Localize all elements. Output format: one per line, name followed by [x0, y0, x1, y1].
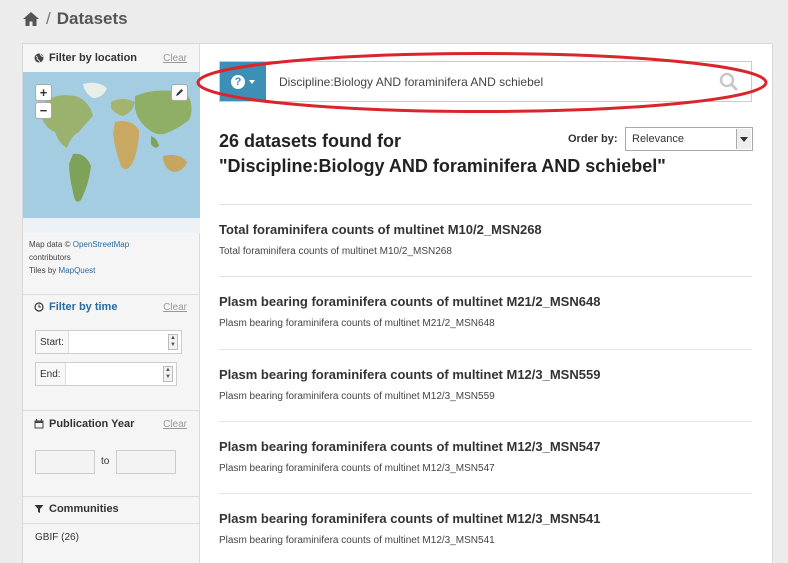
attribution-tiles: Tiles by — [29, 266, 57, 275]
location-map[interactable]: + − — [23, 72, 200, 233]
result-item[interactable]: Total foraminifera counts of multinet M1… — [219, 204, 752, 276]
caret-down-icon — [249, 79, 255, 84]
map-attribution: Map data © OpenStreetMap contributors Ti… — [29, 238, 189, 277]
result-description: Total foraminifera counts of multinet M1… — [219, 246, 452, 257]
year-to-label: to — [101, 456, 110, 467]
year-to-input[interactable] — [116, 450, 176, 474]
pencil-icon[interactable] — [171, 84, 188, 101]
time-clear-link[interactable]: Clear — [163, 302, 187, 313]
content-panel: Filter by location Clear + − Map data © … — [22, 43, 773, 563]
attribution-prefix: Map data © — [29, 240, 71, 249]
openstreetmap-link[interactable]: OpenStreetMap — [73, 240, 129, 249]
community-item-gbif[interactable]: GBIF (26) — [35, 532, 79, 543]
question-icon: ? — [231, 74, 245, 89]
result-title[interactable]: Total foraminifera counts of multinet M1… — [219, 222, 542, 237]
order-by-select[interactable]: Relevance — [625, 127, 753, 151]
start-date-input[interactable] — [69, 331, 181, 353]
result-description: Plasm bearing foraminifera counts of mul… — [219, 391, 495, 402]
chevron-down-icon — [736, 129, 751, 149]
filter-icon — [34, 505, 44, 513]
search-input[interactable]: Discipline:Biology AND foraminifera AND … — [266, 75, 719, 89]
results-query: "Discipline:Biology AND foraminifera AND… — [219, 156, 666, 176]
time-filter-header: Filter by time Clear — [23, 301, 199, 313]
end-date-spinner[interactable]: ▲ ▼ — [163, 366, 173, 382]
result-description: Plasm bearing foraminifera counts of mul… — [219, 463, 495, 474]
search-icon[interactable] — [719, 72, 739, 92]
location-filter-header: Filter by location Clear — [23, 52, 199, 64]
calendar-icon — [34, 419, 44, 429]
divider — [23, 294, 199, 295]
result-title[interactable]: Plasm bearing foraminifera counts of mul… — [219, 511, 600, 526]
divider — [23, 496, 199, 497]
breadcrumb: / Datasets — [22, 9, 128, 29]
result-item[interactable]: Plasm bearing foraminifera counts of mul… — [219, 349, 752, 421]
attribution-contributors: contributors — [29, 253, 71, 262]
results-main: ? Discipline:Biology AND foraminifera AN… — [196, 44, 772, 563]
breadcrumb-separator: / — [46, 9, 51, 28]
zoom-out-button[interactable]: − — [35, 102, 52, 119]
result-title[interactable]: Plasm bearing foraminifera counts of mul… — [219, 294, 600, 309]
mapquest-link[interactable]: MapQuest — [59, 266, 96, 275]
year-filter-title: Publication Year — [49, 418, 135, 430]
home-icon[interactable] — [22, 11, 40, 27]
start-date-spinner[interactable]: ▲ ▼ — [168, 334, 178, 350]
communities-header: Communities — [23, 503, 199, 515]
clock-icon — [34, 302, 44, 312]
divider — [23, 410, 199, 411]
start-date-field: Start: ▲ ▼ — [35, 330, 182, 354]
start-label: Start: — [36, 331, 69, 353]
result-item[interactable]: Plasm bearing foraminifera counts of mul… — [219, 276, 752, 348]
divider — [23, 523, 199, 524]
search-bar: ? Discipline:Biology AND foraminifera AN… — [219, 61, 752, 102]
end-date-field: End: ▲ ▼ — [35, 362, 177, 386]
page-title: Datasets — [56, 9, 128, 28]
query-help-button[interactable]: ? — [220, 62, 266, 101]
result-description: Plasm bearing foraminifera counts of mul… — [219, 535, 495, 546]
order-by-value: Relevance — [632, 133, 684, 145]
filter-sidebar: Filter by location Clear + − Map data © … — [23, 44, 200, 563]
order-by-label: Order by: — [568, 133, 618, 145]
globe-icon — [34, 53, 44, 63]
time-filter-title: Filter by time — [49, 301, 118, 313]
result-item[interactable]: Plasm bearing foraminifera counts of mul… — [219, 493, 752, 563]
result-title[interactable]: Plasm bearing foraminifera counts of mul… — [219, 439, 600, 454]
end-label: End: — [36, 363, 66, 385]
year-from-input[interactable] — [35, 450, 95, 474]
year-filter-header: Publication Year Clear — [23, 418, 199, 430]
end-date-input[interactable] — [66, 363, 176, 385]
zoom-in-button[interactable]: + — [35, 84, 52, 101]
location-filter-title: Filter by location — [49, 52, 138, 64]
location-clear-link[interactable]: Clear — [163, 53, 187, 64]
result-item[interactable]: Plasm bearing foraminifera counts of mul… — [219, 421, 752, 493]
result-description: Plasm bearing foraminifera counts of mul… — [219, 318, 495, 329]
year-clear-link[interactable]: Clear — [163, 419, 187, 430]
communities-title: Communities — [49, 503, 119, 515]
result-title[interactable]: Plasm bearing foraminifera counts of mul… — [219, 367, 600, 382]
